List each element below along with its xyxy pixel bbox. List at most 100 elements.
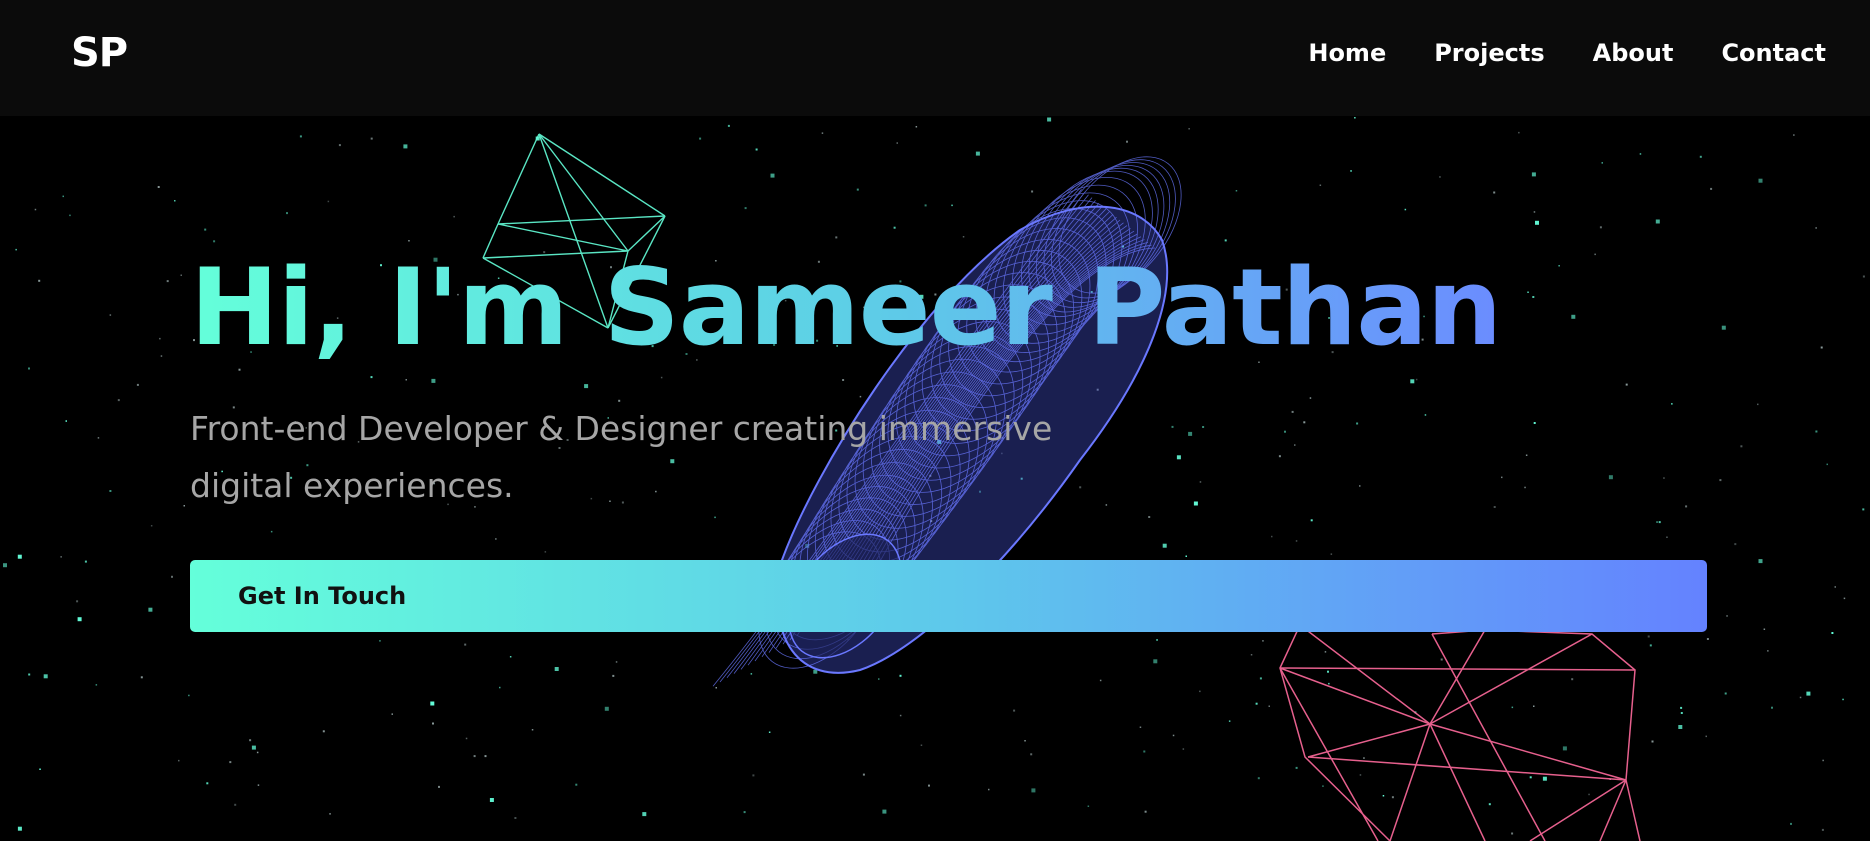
nav-link-contact[interactable]: Contact — [1721, 36, 1826, 70]
star-particle — [899, 714, 902, 717]
star-particle — [1639, 153, 1642, 155]
star-particle — [370, 376, 373, 379]
star-particle — [1278, 455, 1281, 458]
star-particle — [157, 186, 160, 188]
star-particle — [1571, 314, 1576, 319]
star-particle — [1176, 455, 1181, 460]
star-particle — [856, 188, 859, 191]
star-particle — [166, 280, 169, 283]
star-particle — [821, 132, 824, 134]
star-particle — [859, 395, 862, 398]
star-particle — [1843, 597, 1846, 600]
star-particle — [1271, 535, 1273, 538]
star-particle — [136, 383, 139, 386]
star-particle — [109, 490, 112, 492]
star-particle — [1705, 735, 1707, 738]
star-particle — [1031, 190, 1034, 193]
star-particle — [1087, 805, 1090, 807]
star-particle — [1710, 187, 1713, 190]
star-particle — [1649, 644, 1652, 647]
star-particle — [499, 686, 501, 689]
star-particle — [174, 200, 176, 202]
star-particle — [1199, 690, 1201, 693]
star-particle — [1268, 705, 1270, 707]
star-particle — [391, 713, 393, 715]
star-particle — [60, 556, 62, 558]
star-particle — [473, 755, 476, 758]
star-particle — [951, 204, 953, 207]
star-particle — [899, 674, 902, 677]
star-particle — [1831, 632, 1834, 634]
star-particle — [464, 643, 467, 646]
star-particle — [1815, 227, 1817, 229]
star-particle — [1322, 785, 1324, 787]
get-in-touch-button[interactable]: Get In Touch — [190, 560, 1707, 632]
star-particle — [1821, 828, 1824, 831]
star-particle — [1655, 219, 1660, 224]
star-particle — [117, 399, 120, 402]
star-particle — [1235, 190, 1238, 192]
star-particle — [1767, 650, 1769, 652]
star-particle — [1511, 706, 1514, 709]
star-particle — [338, 144, 341, 147]
star-particle — [1363, 757, 1365, 759]
star-particle — [1031, 788, 1036, 793]
star-particle — [270, 530, 273, 533]
star-particle — [1047, 117, 1052, 122]
star-particle — [238, 368, 241, 371]
star-particle — [1324, 651, 1327, 653]
star-particle — [1262, 640, 1264, 642]
star-particle — [1354, 117, 1356, 119]
star-particle — [862, 773, 865, 776]
star-particle — [1656, 521, 1658, 523]
star-particle — [69, 214, 71, 217]
star-particle — [1328, 682, 1330, 685]
star-particle — [1415, 378, 1418, 381]
star-particle — [1162, 543, 1167, 548]
star-particle — [204, 228, 207, 231]
star-particle — [1820, 346, 1823, 349]
star-particle — [615, 661, 618, 663]
star-particle — [1257, 777, 1260, 780]
nav-link-projects[interactable]: Projects — [1434, 36, 1544, 70]
star-particle — [1309, 397, 1312, 399]
star-particle — [453, 215, 455, 218]
star-particle — [465, 737, 468, 740]
star-particle — [509, 656, 512, 658]
star-particle — [1599, 226, 1602, 229]
star-particle — [1488, 803, 1491, 806]
star-particle — [160, 355, 163, 357]
star-particle — [1666, 536, 1668, 538]
star-particle — [1171, 425, 1174, 428]
star-particle — [408, 240, 410, 242]
star-particle — [575, 783, 578, 786]
star-particle — [1440, 658, 1443, 661]
star-particle — [1153, 659, 1158, 664]
star-particle — [1533, 422, 1536, 424]
hero-title: Hi, I'm Sameer Pathan — [190, 246, 1502, 369]
star-particle — [39, 768, 41, 770]
nav-link-home[interactable]: Home — [1308, 36, 1386, 70]
star-particle — [1148, 516, 1151, 518]
star-particle — [727, 124, 730, 127]
star-particle — [744, 207, 747, 210]
star-particle — [1255, 702, 1258, 705]
star-particle — [213, 240, 216, 243]
star-particle — [1862, 275, 1865, 278]
site-logo[interactable]: SP — [71, 29, 128, 77]
star-particle — [34, 208, 37, 211]
star-particle — [544, 551, 547, 553]
star-particle — [1608, 475, 1613, 480]
nav-link-about[interactable]: About — [1593, 36, 1674, 70]
star-particle — [17, 826, 22, 831]
portfolio-page: SP Home Projects About Contact Hi, I'm S… — [0, 0, 1870, 841]
star-particle — [962, 236, 965, 238]
star-particle — [430, 701, 435, 706]
star-particle — [1350, 170, 1352, 172]
star-particle — [1424, 414, 1427, 416]
star-particle — [159, 337, 161, 340]
hero-subtitle: Front-end Developer & Designer creating … — [190, 409, 1053, 505]
star-particle — [1359, 774, 1362, 776]
star-particle — [1763, 628, 1766, 630]
star-particle — [432, 722, 434, 725]
